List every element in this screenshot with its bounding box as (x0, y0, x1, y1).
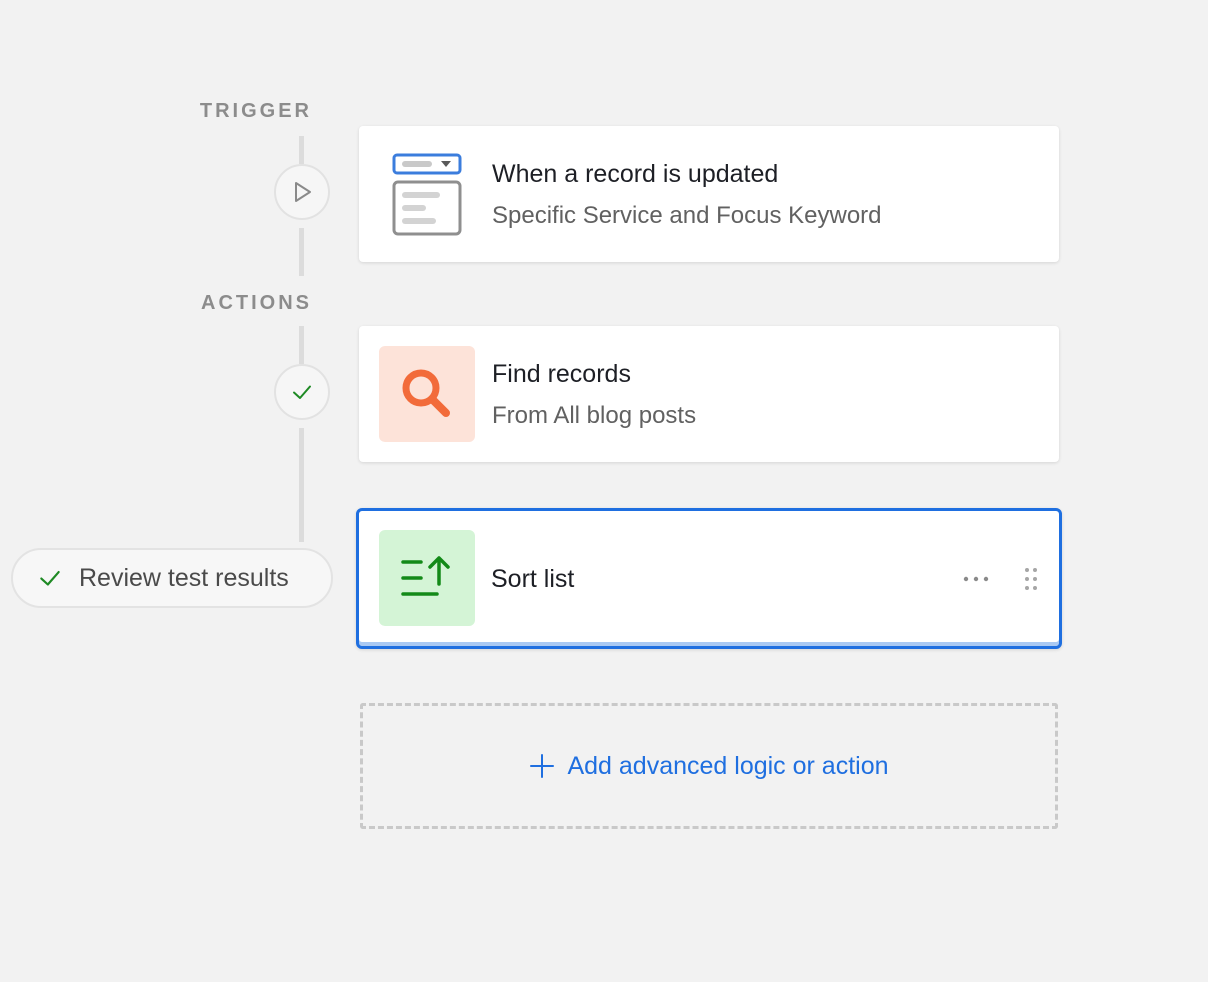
find-records-title: Find records (492, 360, 631, 388)
sort-list-title: Sort list (491, 565, 575, 593)
trigger-card[interactable]: When a record is updated Specific Servic… (359, 126, 1059, 262)
sort-list-icon (401, 556, 450, 596)
check-icon (293, 385, 311, 399)
timeline-connector (299, 428, 304, 542)
trigger-section-label: TRIGGER (199, 100, 312, 122)
play-icon (295, 182, 311, 202)
sort-list-icon-box (379, 530, 475, 626)
find-records-card[interactable]: Find records From All blog posts (359, 326, 1059, 462)
trigger-subtitle: Specific Service and Focus Keyword (492, 202, 882, 229)
timeline-connector (299, 136, 304, 164)
check-icon (40, 570, 60, 586)
timeline-connector (299, 228, 304, 276)
search-icon (402, 369, 450, 417)
find-records-subtitle: From All blog posts (492, 402, 697, 429)
add-advanced-logic-label: Add advanced logic or action (567, 751, 889, 780)
add-advanced-logic-button[interactable]: Add advanced logic or action (360, 703, 1058, 829)
review-test-results-label: Review test results (79, 563, 289, 592)
sort-list-card[interactable]: Sort list (356, 508, 1062, 649)
timeline-connector (299, 326, 304, 364)
trigger-node (274, 164, 330, 220)
find-records-icon-box (379, 346, 475, 442)
find-records-node (274, 364, 330, 420)
review-test-results-button[interactable]: Review test results (11, 548, 333, 608)
record-form-icon (392, 153, 462, 236)
actions-section-label: ACTIONS (201, 292, 312, 314)
drag-handle-icon[interactable] (1024, 567, 1038, 591)
trigger-title: When a record is updated (492, 160, 779, 188)
trigger-icon-box (379, 146, 475, 242)
plus-icon (530, 754, 555, 778)
more-horizontal-icon[interactable] (963, 574, 989, 584)
